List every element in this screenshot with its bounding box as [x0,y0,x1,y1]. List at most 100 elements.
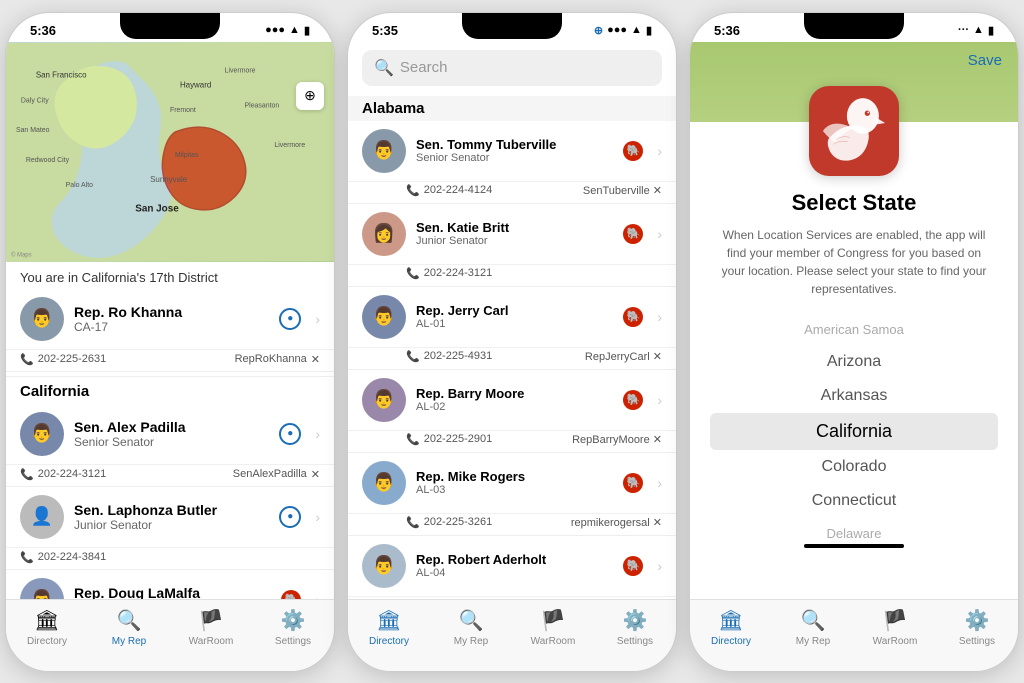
rep-item-khanna[interactable]: 👨 Rep. Ro Khanna CA-17 ● › [6,289,334,350]
search-bar[interactable]: 🔍 Search [362,50,662,86]
dir-rep-moore[interactable]: 👨 Rep. Barry Moore AL-02 🐘 › [348,370,676,431]
info-aderholt: Rep. Robert Aderholt AL-04 [416,552,613,579]
avatar-carl: 👨 [362,295,406,339]
phone-icon-carl: 📞 [406,350,420,363]
tab-myrep-label-3: My Rep [796,636,830,647]
party-tuberville: 🐘 [623,141,643,161]
tab-settings-icon-1: ⚙️ [281,608,306,633]
tab-warroom-1[interactable]: 🏴 WarRoom [170,608,252,647]
svg-text:Livermore: Livermore [274,142,305,149]
twitter-moore: RepBarryMoore ✕ [572,433,662,446]
dir-rep-tuberville[interactable]: 👨 Sen. Tommy Tuberville Senior Senator 🐘… [348,121,676,182]
status-time-3: 5:36 [714,23,740,38]
phone-khanna: 📞 202-225-2631 RepRoKhanna ✕ [6,350,334,372]
state-option-arkansas[interactable]: Arkansas [690,379,1018,413]
chevron-britt: › [657,226,662,242]
tab-myrep-3[interactable]: 🔍 My Rep [772,608,854,647]
app-icon [809,86,899,176]
tab-warroom-icon-2: 🏴 [541,608,566,633]
chevron-khanna: › [315,311,320,327]
state-option-california[interactable]: California [710,413,998,450]
status-icons-3: ··· ▲ ▮ [958,24,994,37]
tab-myrep-label-1: My Rep [112,636,146,647]
status-time-2: 5:35 [372,23,398,38]
phone-num-britt: 202-224-3121 [424,267,493,279]
tab-settings-3[interactable]: ⚙️ Settings [936,608,1018,647]
location-status-icon: ⊕ [594,24,603,37]
phone2-content: 🔍 Search Alabama 👨 Sen. Tommy Tuberville… [348,42,676,628]
info-carl: Rep. Jerry Carl AL-01 [416,303,613,330]
state-option-arizona[interactable]: Arizona [690,345,1018,379]
phone3-content: Save [690,42,1018,628]
name-tuberville: Sen. Tommy Tuberville [416,137,613,152]
rep-item-padilla[interactable]: 👨 Sen. Alex Padilla Senior Senator ● › [6,404,334,465]
dir-rep-aderholt[interactable]: 👨 Rep. Robert Aderholt AL-04 🐘 › [348,536,676,597]
tab-directory-label-2: Directory [369,636,409,647]
phone-icon-rogers: 📞 [406,516,420,529]
rep-item-butler[interactable]: 👤 Sen. Laphonza Butler Junior Senator ● … [6,487,334,548]
twitter-icon-padilla: ✕ [311,468,320,481]
state-option-connecticut[interactable]: Connecticut [690,484,1018,518]
svg-text:Pleasanton: Pleasanton [245,102,280,109]
dots-icon-3: ··· [958,24,969,36]
tab-warroom-icon-1: 🏴 [199,608,224,633]
name-aderholt: Rep. Robert Aderholt [416,552,613,567]
save-button[interactable]: Save [968,52,1002,69]
tab-myrep-icon-2: 🔍 [459,608,484,633]
tab-directory-label-1: Directory [27,636,67,647]
info-tuberville: Sen. Tommy Tuberville Senior Senator [416,137,613,164]
tab-myrep-2[interactable]: 🔍 My Rep [430,608,512,647]
dir-rep-britt[interactable]: 👩 Sen. Katie Britt Junior Senator 🐘 › [348,204,676,265]
location-button[interactable]: ⊕ [296,82,324,110]
tab-warroom-3[interactable]: 🏴 WarRoom [854,608,936,647]
tab-warroom-2[interactable]: 🏴 WarRoom [512,608,594,647]
tab-directory-2[interactable]: 🏛 Directory [348,608,430,647]
tab-myrep-label-2: My Rep [454,636,488,647]
svg-text:Hayward: Hayward [180,80,211,89]
wifi-icon-2: ▲ [631,24,642,36]
title-britt: Junior Senator [416,235,613,247]
dir-rep-carl[interactable]: 👨 Rep. Jerry Carl AL-01 🐘 › [348,287,676,348]
name-butler: Sen. Laphonza Butler [74,502,269,518]
tab-settings-2[interactable]: ⚙️ Settings [594,608,676,647]
signal-icon-1: ●●● [265,24,285,36]
wifi-icon-3: ▲ [973,24,984,36]
state-picker[interactable]: American Samoa Arizona Arkansas Californ… [690,314,1018,549]
tab-directory-3[interactable]: 🏛 Directory [690,608,772,647]
svg-text:Milpitas: Milpitas [175,151,199,158]
svg-text:San Mateo: San Mateo [16,127,50,134]
phone-tuberville: 📞 202-224-4124 SenTuberville ✕ [348,182,676,204]
dem-badge-padilla: ● [279,423,301,445]
party-rogers: 🐘 [623,473,643,493]
tab-settings-1[interactable]: ⚙️ Settings [252,608,334,647]
name-carl: Rep. Jerry Carl [416,303,613,318]
party-britt: 🐘 [623,224,643,244]
battery-icon-2: ▮ [646,24,652,37]
map-svg: San Francisco Daly City San Mateo Haywar… [6,42,334,262]
tab-directory-1[interactable]: 🏛 Directory [6,608,88,647]
wifi-icon-1: ▲ [289,24,300,36]
phone-num-butler: 202-224-3841 [38,551,107,563]
tab-warroom-label-3: WarRoom [873,636,918,647]
phone-icon-moore: 📞 [406,433,420,446]
phone-carl: 📞 202-225-4931 RepJerryCarl ✕ [348,348,676,370]
tab-myrep-1[interactable]: 🔍 My Rep [88,608,170,647]
notch-1 [120,13,220,39]
notch-2 [462,13,562,39]
info-rogers: Rep. Mike Rogers AL-03 [416,469,613,496]
dir-rep-rogers[interactable]: 👨 Rep. Mike Rogers AL-03 🐘 › [348,453,676,514]
signal-icon-2: ●●● [607,24,627,36]
name-khanna: Rep. Ro Khanna [74,304,269,320]
party-aderholt: 🐘 [623,556,643,576]
avatar-moore: 👨 [362,378,406,422]
phone-icon-butler: 📞 [20,551,34,564]
phone-icon-tuberville: 📞 [406,184,420,197]
state-option-colorado[interactable]: Colorado [690,450,1018,484]
twitter-tuberville: SenTuberville ✕ [583,184,662,197]
twitter-rogers: repmikerogersal ✕ [571,516,662,529]
twitter-icon-khanna: ✕ [311,353,320,366]
state-option-american-samoa[interactable]: American Samoa [690,314,1018,345]
title-aderholt: AL-04 [416,567,613,579]
notch-3 [804,13,904,39]
chevron-aderholt: › [657,558,662,574]
